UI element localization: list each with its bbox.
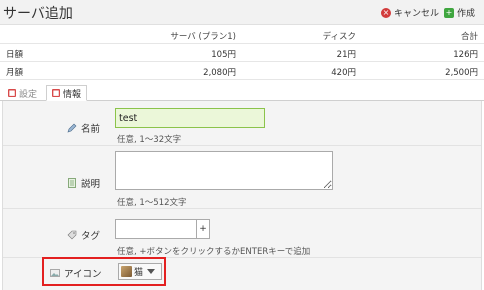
disk-price: 21円 bbox=[336, 50, 356, 60]
cat-thumbnail-icon bbox=[121, 266, 132, 277]
header-disk: ディスク bbox=[322, 32, 356, 42]
icon-dropdown[interactable]: 猫 bbox=[118, 263, 162, 280]
disk-price: 420円 bbox=[331, 68, 356, 78]
pen-icon bbox=[67, 123, 77, 133]
price-row-monthly: 月額 2,080円 420円 2,500円 bbox=[0, 62, 484, 80]
server-price: 2,080円 bbox=[203, 68, 236, 78]
chevron-down-icon bbox=[147, 269, 156, 274]
icon-selected-value: 猫 bbox=[134, 268, 144, 278]
name-label-group: 名前 bbox=[67, 121, 100, 135]
tab-settings-icon: ■ bbox=[8, 89, 16, 97]
name-help: 任意, 1〜32文字 bbox=[117, 135, 182, 145]
header-total: 合計 bbox=[460, 32, 478, 42]
create-button[interactable]: + 作成 bbox=[444, 6, 475, 19]
row-label: 日額 bbox=[6, 50, 24, 60]
total-price: 126円 bbox=[453, 50, 478, 60]
description-textarea[interactable] bbox=[115, 151, 333, 190]
document-icon bbox=[68, 178, 76, 188]
server-price: 105円 bbox=[211, 50, 236, 60]
tab-info[interactable]: ■ 情報 bbox=[46, 85, 88, 101]
tag-help: 任意, +ボタンをクリックするかENTERキーで追加 bbox=[117, 247, 311, 257]
tab-settings[interactable]: ■ 設定 bbox=[8, 86, 37, 100]
create-label: 作成 bbox=[457, 9, 476, 19]
close-icon: × bbox=[381, 7, 391, 18]
tag-label: タグ bbox=[81, 231, 101, 242]
plus-icon: + bbox=[444, 7, 454, 18]
image-icon bbox=[50, 269, 60, 277]
description-label: 説明 bbox=[81, 179, 101, 190]
total-price: 2,500円 bbox=[445, 68, 478, 78]
icon-label-group: アイコン bbox=[50, 266, 102, 280]
page-title: サーバ追加 bbox=[3, 6, 73, 22]
cancel-button[interactable]: × キャンセル bbox=[381, 6, 439, 19]
header-server: サーバ (プラン1) bbox=[170, 32, 236, 42]
name-label: 名前 bbox=[81, 124, 101, 135]
dialog-header: サーバ追加 × キャンセル + 作成 bbox=[0, 0, 484, 25]
description-help: 任意, 1〜512文字 bbox=[117, 198, 187, 208]
description-label-group: 説明 bbox=[67, 176, 100, 190]
tab-label: 設定 bbox=[19, 89, 38, 100]
tag-input[interactable] bbox=[115, 219, 197, 239]
tab-info-icon: ■ bbox=[52, 89, 60, 97]
tag-icon bbox=[67, 230, 77, 240]
tab-label: 情報 bbox=[63, 89, 82, 100]
tag-label-group: タグ bbox=[67, 228, 100, 242]
price-row-daily: 日額 105円 21円 126円 bbox=[0, 44, 484, 62]
add-tag-button[interactable]: + bbox=[196, 219, 210, 239]
icon-label: アイコン bbox=[64, 269, 102, 280]
price-header-row: サーバ (プラン1) ディスク 合計 bbox=[0, 26, 484, 44]
row-label: 月額 bbox=[6, 68, 24, 78]
name-input[interactable] bbox=[115, 108, 265, 128]
cancel-label: キャンセル bbox=[394, 9, 440, 19]
tab-bar: ■ 設定 ■ 情報 bbox=[0, 84, 484, 101]
price-table: サーバ (プラン1) ディスク 合計 日額 105円 21円 126円 月額 2… bbox=[0, 26, 484, 80]
